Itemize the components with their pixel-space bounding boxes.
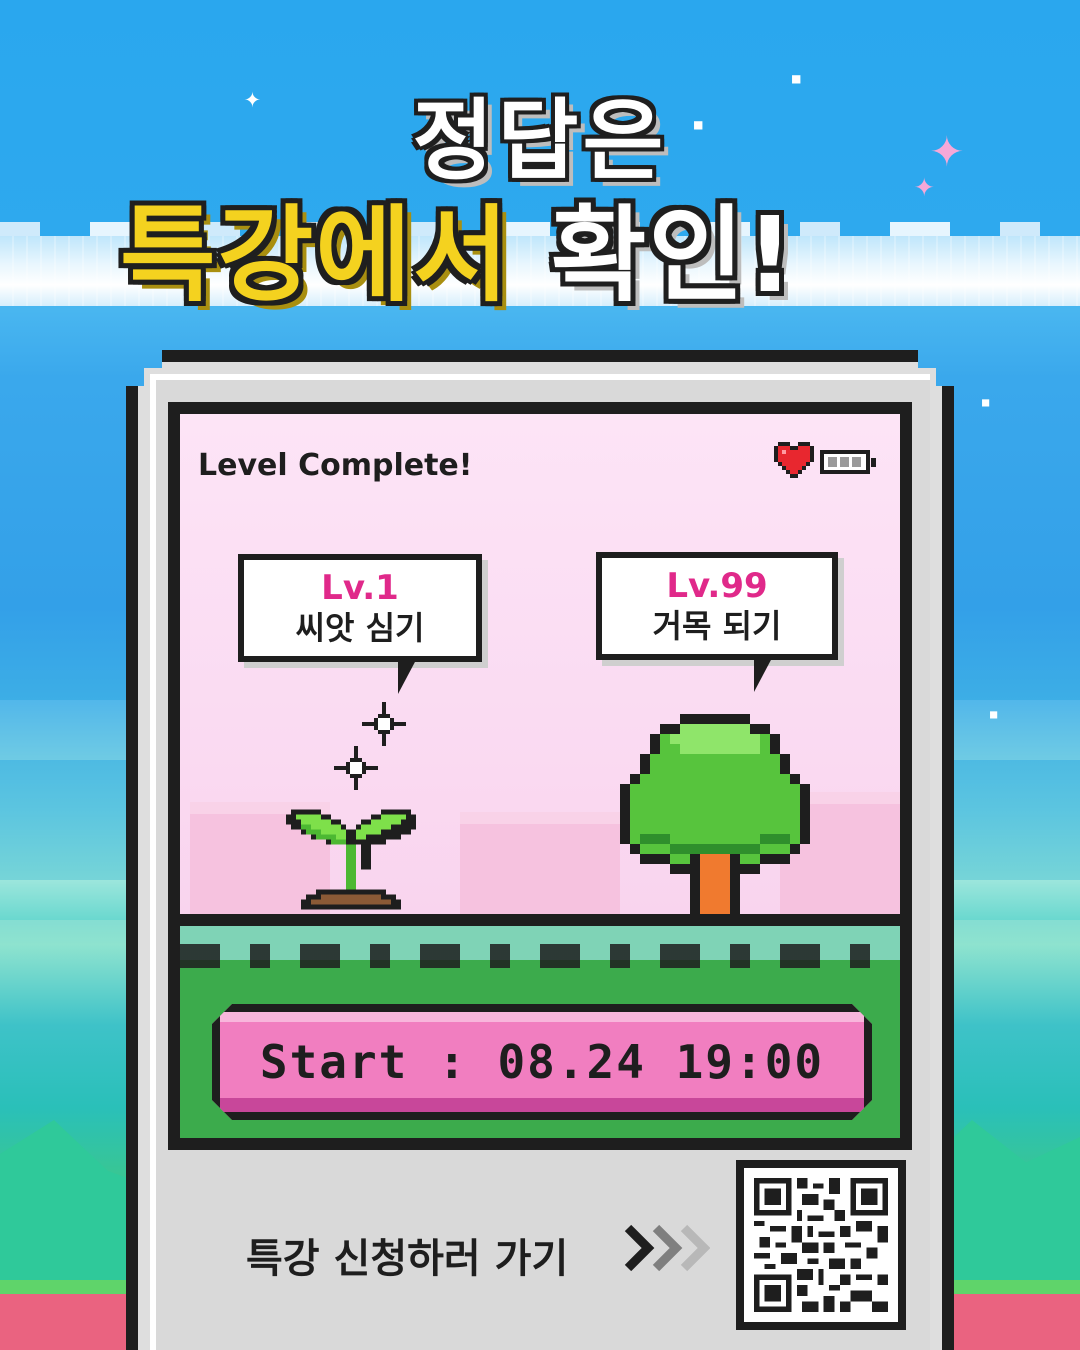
grass-edge [180,944,900,968]
speech-bubble-lv99: Lv.99 거목 되기 [596,552,838,660]
headline-highlight: 특강에서 [120,193,511,316]
headline-line-2: 특강에서 확인! [120,190,970,316]
ground-line [180,914,900,926]
sparkle-icon [362,702,406,746]
start-button[interactable]: Start : 08.24 19:00 [212,1004,872,1120]
apply-link[interactable]: 특강 신청하러 가기 [246,1226,568,1284]
heart-icon [774,442,814,478]
level-complete-title: Level Complete! [198,448,473,483]
level-label: Lv.1 [321,568,399,608]
tree-icon [620,714,810,924]
pink-cloud [460,824,620,914]
chevron-right-icon [624,1224,711,1272]
sparkle-icon: ■ [990,707,998,721]
game-screen: Level Complete! Lv.1 씨앗 심기 Lv.99 거목 되기 S… [168,402,912,1150]
start-button-label: Start : 08.24 19:00 [259,1035,825,1089]
headline-confirm: 확인! [550,193,796,316]
qr-code-icon[interactable] [736,1160,906,1330]
qr-code-pattern [754,1178,888,1312]
level-label: Lv.99 [666,566,768,606]
speech-bubble-lv1: Lv.1 씨앗 심기 [238,554,482,662]
sparkle-icon: ■ [982,395,990,409]
sparkle-icon [334,746,378,790]
triple-chevron-right-icon [620,1220,711,1286]
sprout-icon [286,809,416,910]
battery-icon [820,450,876,474]
level-description: 거목 되기 [652,607,782,645]
level-description: 씨앗 심기 [295,609,425,647]
